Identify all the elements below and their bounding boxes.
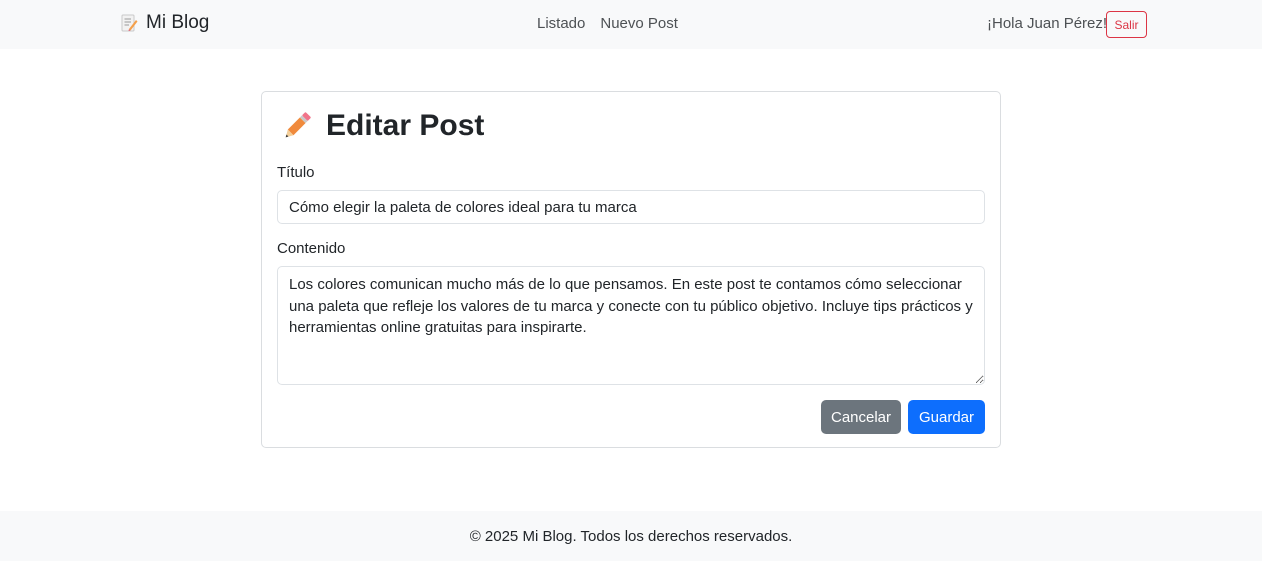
user-greeting: ¡Hola Juan Pérez!	[987, 15, 1108, 32]
brand-link[interactable]: Mi Blog	[120, 12, 209, 34]
footer: © 2025 Mi Blog. Todos los derechos reser…	[0, 511, 1262, 561]
page-title-text: Editar Post	[326, 109, 485, 142]
page-title: Editar Post	[280, 109, 484, 143]
pencil-icon	[280, 109, 314, 143]
nav-link-listado[interactable]: Listado	[537, 15, 585, 32]
title-label: Título	[277, 164, 315, 181]
content-textarea[interactable]: Los colores comunican mucho más de lo qu…	[277, 266, 985, 385]
nav-links: Listado Nuevo Post	[537, 15, 678, 32]
memo-icon	[120, 14, 138, 32]
edit-post-card: Editar Post Título Contenido Los colores…	[261, 91, 1001, 448]
content-label: Contenido	[277, 240, 346, 257]
save-button[interactable]: Guardar	[908, 400, 985, 434]
title-input[interactable]	[277, 190, 985, 224]
brand-text: Mi Blog	[146, 12, 210, 33]
logout-button[interactable]: Salir	[1106, 11, 1147, 38]
nav-link-nuevo-post[interactable]: Nuevo Post	[600, 15, 678, 32]
navbar: Mi Blog Listado Nuevo Post ¡Hola Juan Pé…	[0, 0, 1262, 49]
cancel-button[interactable]: Cancelar	[821, 400, 901, 434]
footer-text: © 2025 Mi Blog. Todos los derechos reser…	[469, 527, 793, 545]
